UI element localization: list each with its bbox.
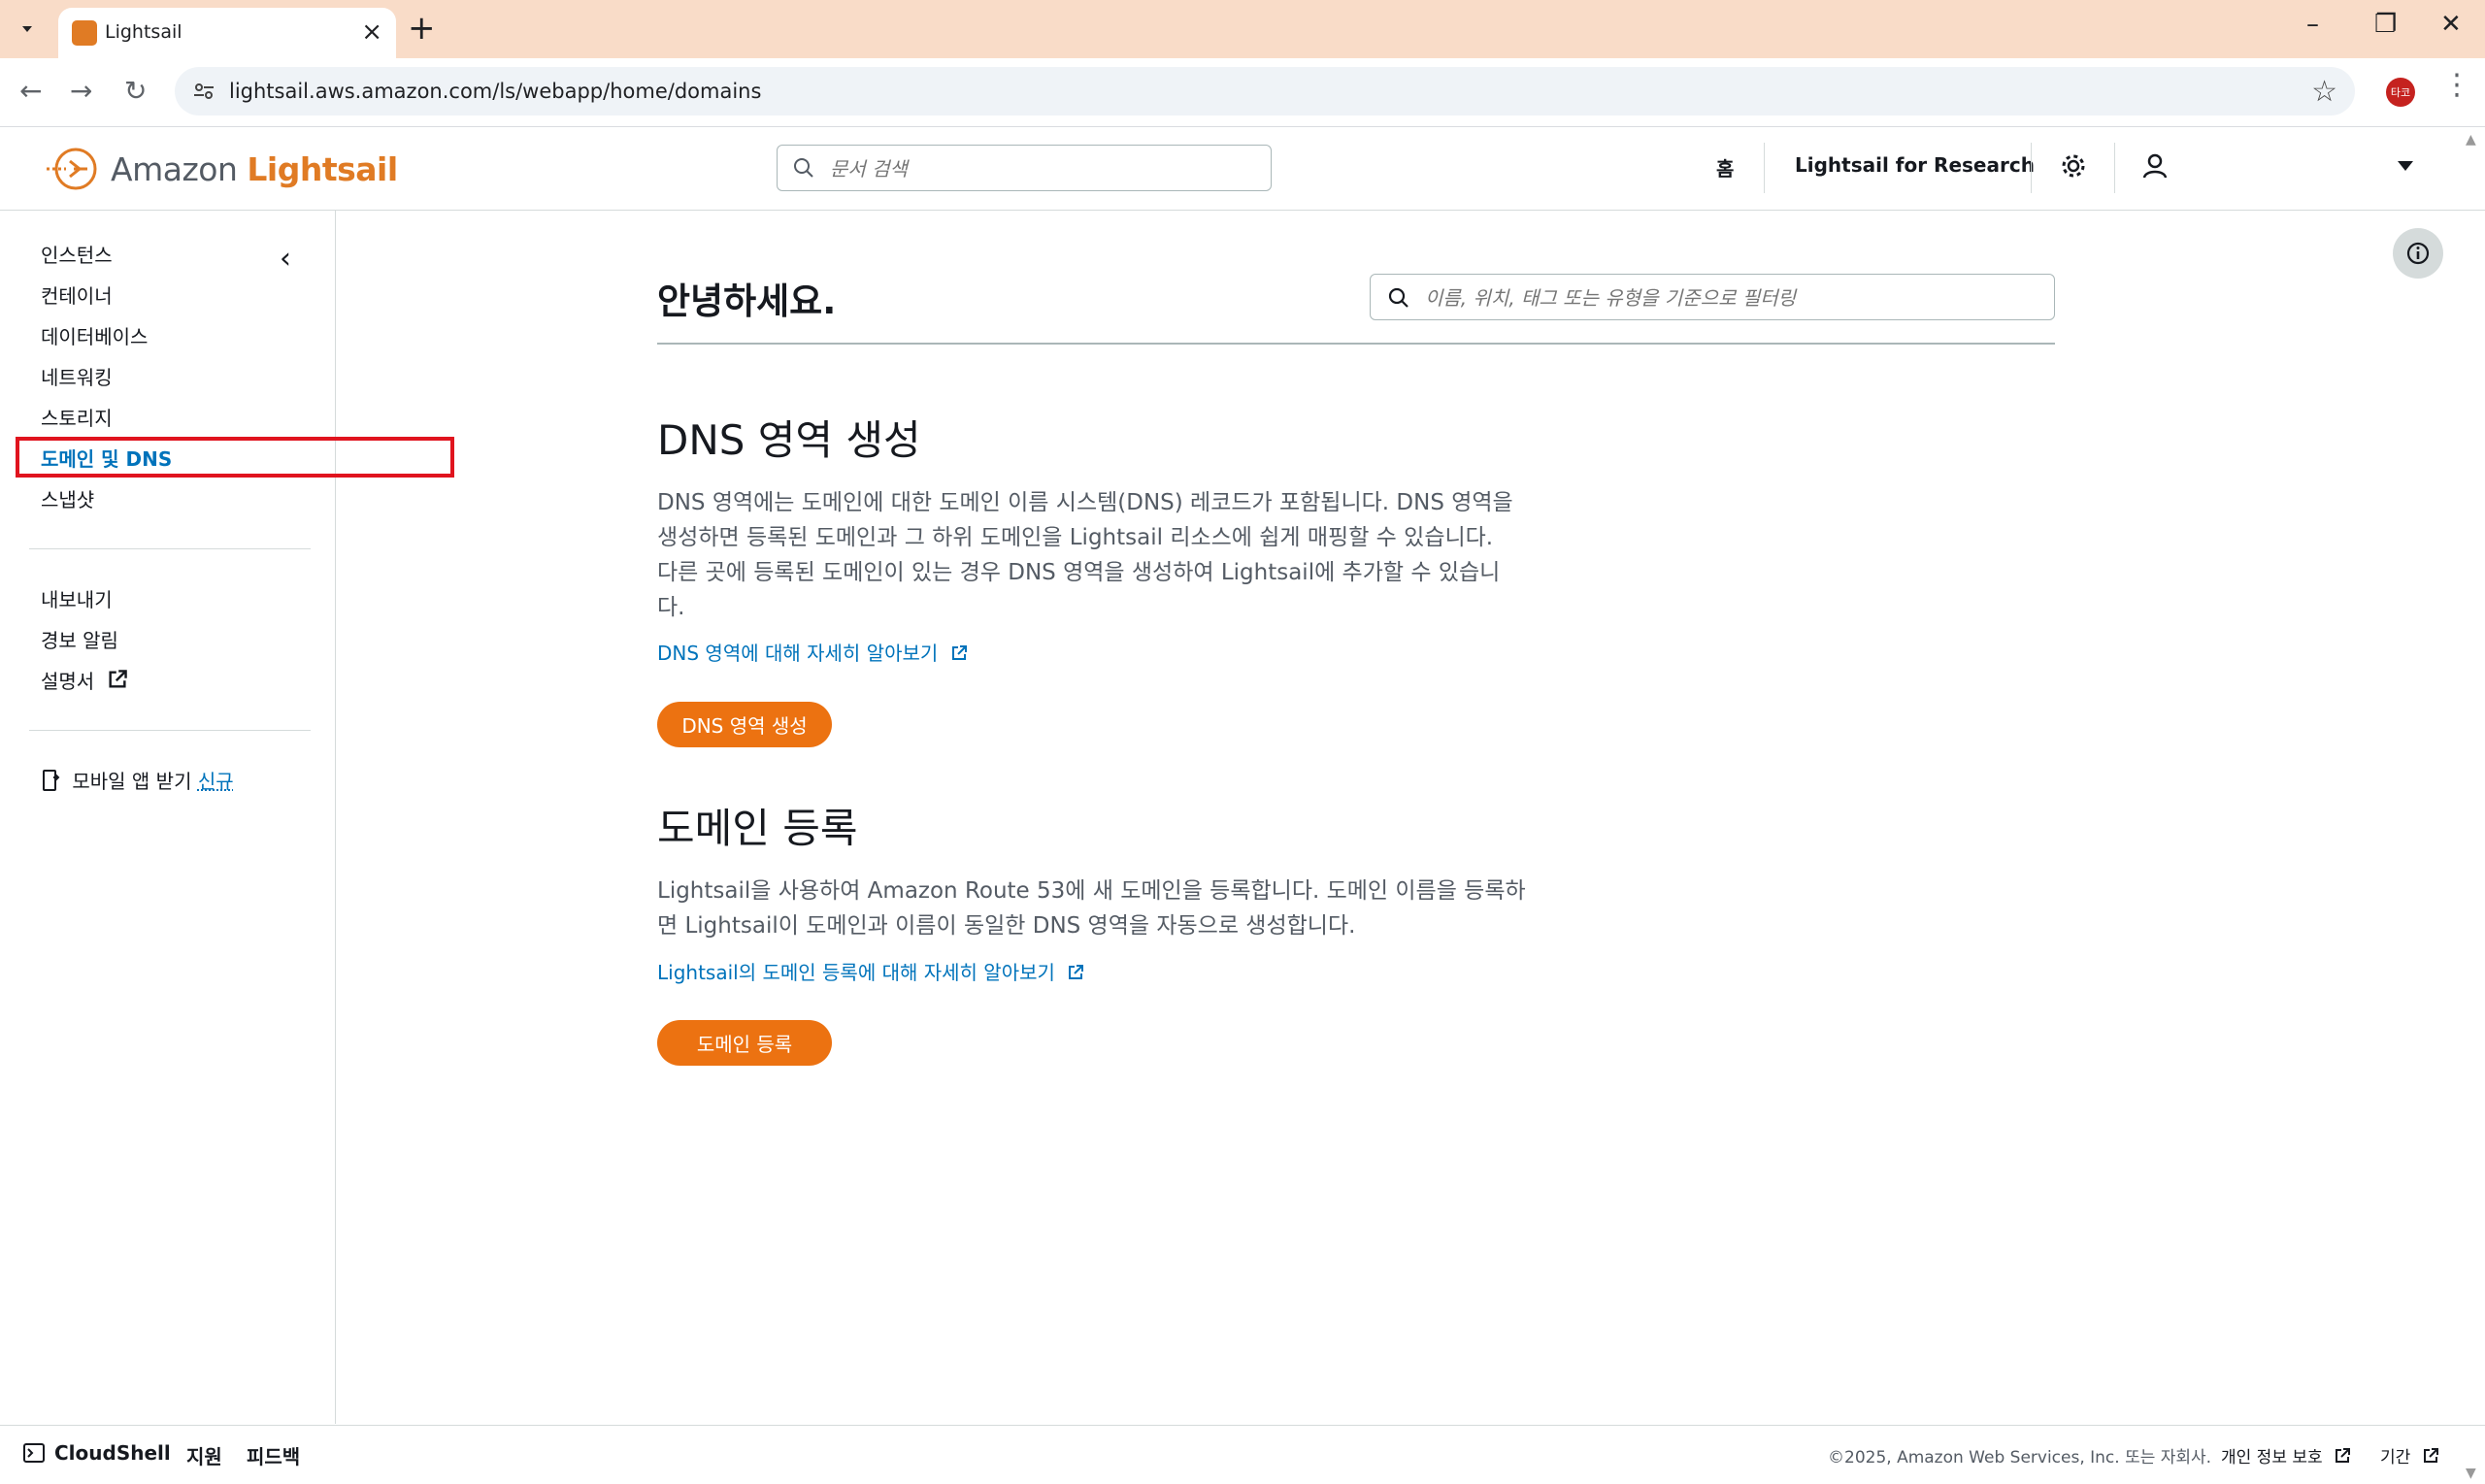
sidebar-item-storage[interactable]: 스토리지 (41, 403, 113, 431)
tab-title: Lightsail (105, 21, 182, 43)
search-icon (1388, 287, 1408, 308)
sidebar-item-documentation[interactable]: 설명서 (41, 666, 128, 694)
domain-registration-description: Lightsail을 사용하여 Amazon Route 53에 새 도메인을 … (657, 874, 1531, 943)
create-dns-zone-button[interactable]: DNS 영역 생성 (657, 702, 832, 747)
sidebar-item-exports[interactable]: 내보내기 (41, 584, 113, 612)
external-link-icon (2423, 1448, 2438, 1463)
lightsail-favicon-icon (72, 20, 97, 46)
cloudshell-label: CloudShell (54, 1441, 171, 1465)
gear-icon[interactable] (2058, 150, 2089, 181)
privacy-link[interactable]: 개인 정보 보호 (2221, 1443, 2351, 1468)
info-panel-button[interactable] (2393, 228, 2443, 279)
collapse-sidebar-icon[interactable]: ‹ (280, 242, 291, 276)
mobile-app-label: 모바일 앱 받기 (72, 770, 192, 793)
home-link[interactable]: 홈 (1716, 153, 1734, 181)
left-sidebar: ‹ 인스턴스 컨테이너 데이터베이스 네트워킹 스토리지 도메인 및 DNS 스… (0, 211, 454, 1424)
mobile-phone-icon (43, 770, 60, 791)
docs-search-input[interactable] (828, 153, 1259, 184)
copyright-text: ©2025, Amazon Web Services, Inc. 또는 자회사. (1828, 1448, 2212, 1468)
sidebar-divider (29, 548, 311, 549)
profile-avatar[interactable]: 타코 (2386, 78, 2415, 107)
docs-search-box[interactable] (777, 145, 1272, 191)
forward-icon[interactable]: → (70, 74, 92, 109)
user-icon[interactable] (2139, 150, 2170, 181)
chevron-down-icon (22, 26, 32, 32)
sidebar-item-containers[interactable]: 컨테이너 (41, 280, 113, 309)
terms-link[interactable]: 기간 (2380, 1443, 2439, 1468)
scroll-up-arrow[interactable]: ▲ (2466, 132, 2476, 148)
register-domain-button[interactable]: 도메인 등록 (657, 1020, 832, 1066)
minimize-icon[interactable]: – (2306, 10, 2319, 39)
external-link-icon (2336, 1448, 2351, 1463)
browser-tab-lightsail[interactable]: Lightsail × (58, 8, 396, 58)
sidebar-item-networking[interactable]: 네트워킹 (41, 362, 113, 390)
privacy-label: 개인 정보 보호 (2221, 1448, 2323, 1468)
dns-desc-line: DNS 영역에는 도메인에 대한 도메인 이름 시스템(DNS) 레코드가 포함… (657, 490, 1513, 515)
dns-desc-line: 다른 곳에 등록된 도메인이 있는 경우 DNS 영역을 생성하여 Lights… (657, 560, 1501, 585)
external-link-icon (109, 670, 127, 688)
info-icon (2406, 242, 2430, 265)
external-link-icon (951, 645, 967, 660)
mobile-app-link[interactable]: 모바일 앱 받기 신규 (41, 766, 234, 794)
dns-desc-line: 다. (657, 595, 685, 620)
console-footer: CloudShell 지원 피드백 ©2025, Amazon Web Serv… (0, 1425, 2485, 1484)
page-title: 안녕하세요. (657, 280, 837, 322)
tab-search-button[interactable] (12, 14, 43, 45)
domain-desc-line: 면 Lightsail이 도메인과 이름이 동일한 DNS 영역을 자동으로 생… (657, 913, 1356, 939)
external-link-icon (1069, 965, 1084, 979)
dns-zone-learn-more-label: DNS 영역에 대해 자세히 알아보기 (657, 642, 939, 665)
lightsail-logo[interactable]: Amazon Lightsail (45, 143, 398, 195)
domain-desc-line: Lightsail을 사용하여 Amazon Route 53에 새 도메인을 … (657, 878, 1526, 904)
restore-icon[interactable]: ❐ (2374, 10, 2397, 39)
tab-close-icon[interactable]: × (361, 19, 382, 45)
title-divider (657, 343, 2055, 345)
new-tab-button[interactable]: + (408, 10, 436, 47)
dns-zone-description: DNS 영역에는 도메인에 대한 도메인 이름 시스템(DNS) 레코드가 포함… (657, 485, 1531, 625)
scroll-down-arrow[interactable]: ▼ (2466, 1466, 2476, 1481)
browser-menu-icon[interactable]: ⋮ (2442, 68, 2471, 102)
search-icon (794, 158, 813, 178)
sidebar-item-instances[interactable]: 인스턴스 (41, 240, 113, 268)
highlight-box (16, 437, 454, 478)
cloudshell-button[interactable]: CloudShell (23, 1441, 171, 1465)
terminal-icon (23, 1443, 45, 1463)
domain-registration-learn-more-link[interactable]: Lightsail의 도메인 등록에 대해 자세히 알아보기 (657, 957, 1084, 985)
dns-zone-section-title: DNS 영역 생성 (657, 416, 921, 464)
header-divider (1764, 143, 1765, 193)
omnibox[interactable]: lightsail.aws.amazon.com/ls/webapp/home/… (175, 67, 2355, 115)
feedback-link[interactable]: 피드백 (247, 1441, 300, 1469)
reload-icon[interactable]: ↻ (124, 74, 147, 109)
documentation-label: 설명서 (41, 670, 95, 693)
support-link[interactable]: 지원 (186, 1441, 222, 1469)
resource-filter-input[interactable] (1423, 282, 2029, 313)
resource-filter-box[interactable] (1370, 274, 2055, 320)
caret-down-icon[interactable] (2390, 150, 2421, 181)
dns-zone-learn-more-link[interactable]: DNS 영역에 대해 자세히 알아보기 (657, 638, 968, 666)
lightsail-logo-icon (47, 148, 97, 190)
app-header: Amazon Lightsail 홈 Lightsail for Researc… (0, 127, 2485, 211)
lightsail-for-research-link[interactable]: Lightsail for Research (1795, 153, 2035, 177)
sidebar-item-snapshots[interactable]: 스냅샷 (41, 484, 94, 512)
new-badge: 신규 (197, 770, 234, 793)
domain-registration-learn-more-label: Lightsail의 도메인 등록에 대해 자세히 알아보기 (657, 961, 1055, 984)
sidebar-item-alarms[interactable]: 경보 알림 (41, 625, 118, 653)
url-text[interactable]: lightsail.aws.amazon.com/ls/webapp/home/… (229, 80, 761, 103)
bookmark-star-icon[interactable]: ☆ (2311, 75, 2337, 109)
window-close-icon[interactable]: ✕ (2440, 10, 2462, 39)
browser-address-bar: ← → ↻ lightsail.aws.amazon.com/ls/webapp… (0, 58, 2485, 127)
domain-registration-section-title: 도메인 등록 (657, 805, 858, 852)
back-icon[interactable]: ← (19, 74, 42, 109)
logo-amazon-text: Amazon (111, 149, 238, 188)
sidebar-item-databases[interactable]: 데이터베이스 (41, 321, 148, 349)
logo-lightsail-text: Lightsail (247, 149, 398, 188)
site-info-icon[interactable] (192, 80, 215, 103)
header-divider (2031, 143, 2032, 193)
dns-desc-line: 생성하면 등록된 도메인과 그 하위 도메인을 Lightsail 리소스에 쉽… (657, 525, 1494, 550)
terms-label: 기간 (2380, 1448, 2411, 1468)
header-divider (2114, 143, 2115, 193)
browser-tab-bar: Lightsail × + – ❐ ✕ (0, 0, 2485, 58)
sidebar-divider (29, 730, 311, 731)
